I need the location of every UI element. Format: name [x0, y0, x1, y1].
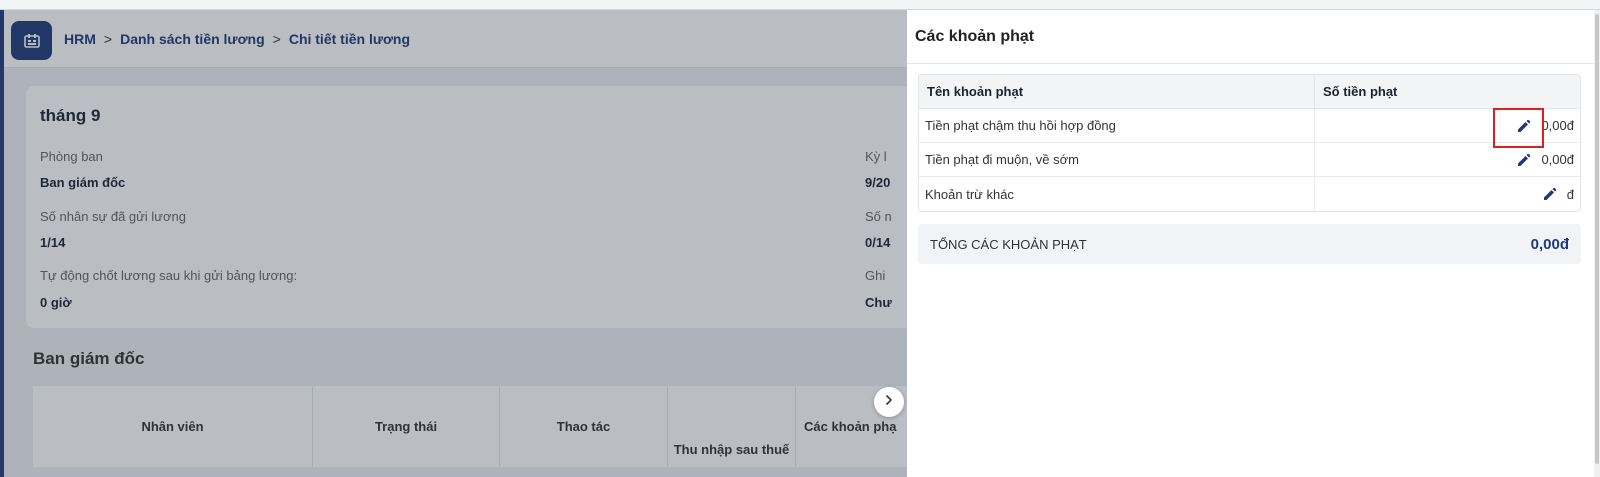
total-label: TỔNG CÁC KHOẢN PHẠT: [930, 236, 1087, 252]
fine-amount-cell: đ: [1315, 177, 1580, 211]
chevron-right-icon: [883, 393, 895, 411]
fines-table: Tên khoản phạt Số tiền phạt Tiền phạt ch…: [918, 74, 1581, 212]
modal-backdrop[interactable]: [0, 10, 907, 477]
fines-drawer: Các khoản phạt Tên khoản phạt Số tiền ph…: [907, 10, 1600, 477]
collapse-drawer-button[interactable]: [874, 387, 904, 417]
pencil-icon[interactable]: [1541, 185, 1559, 203]
scrollbar-thumb[interactable]: [1595, 14, 1599, 464]
drawer-divider: [907, 63, 1600, 64]
column-fine-amount: Số tiền phạt: [1323, 84, 1398, 99]
fines-total: TỔNG CÁC KHOẢN PHẠT 0,00đ: [918, 224, 1581, 264]
fines-table-header: Tên khoản phạt Số tiền phạt: [919, 75, 1580, 109]
fine-amount: đ: [1566, 186, 1574, 202]
table-row: Khoản trừ khác đ: [919, 177, 1580, 211]
table-row: Tiền phạt đi muộn, về sớm 0,00đ: [919, 143, 1580, 177]
table-row: Tiền phạt chậm thu hồi hợp đồng 0,00đ: [919, 109, 1580, 143]
browser-toolbar-strip: [0, 0, 1600, 10]
column-fine-name: Tên khoản phạt: [919, 75, 1315, 108]
pencil-icon[interactable]: [1515, 151, 1533, 169]
total-value: 0,00đ: [1530, 235, 1569, 253]
fine-name: Tiền phạt chậm thu hồi hợp đồng: [919, 109, 1315, 142]
fine-amount: 0,00đ: [1541, 118, 1574, 133]
drawer-title: Các khoản phạt: [915, 28, 1035, 45]
fine-amount: 0,00đ: [1541, 152, 1574, 167]
fine-name: Khoản trừ khác: [919, 177, 1315, 211]
fine-name: Tiền phạt đi muộn, về sớm: [919, 143, 1315, 176]
highlight-annotation: [1493, 108, 1544, 148]
